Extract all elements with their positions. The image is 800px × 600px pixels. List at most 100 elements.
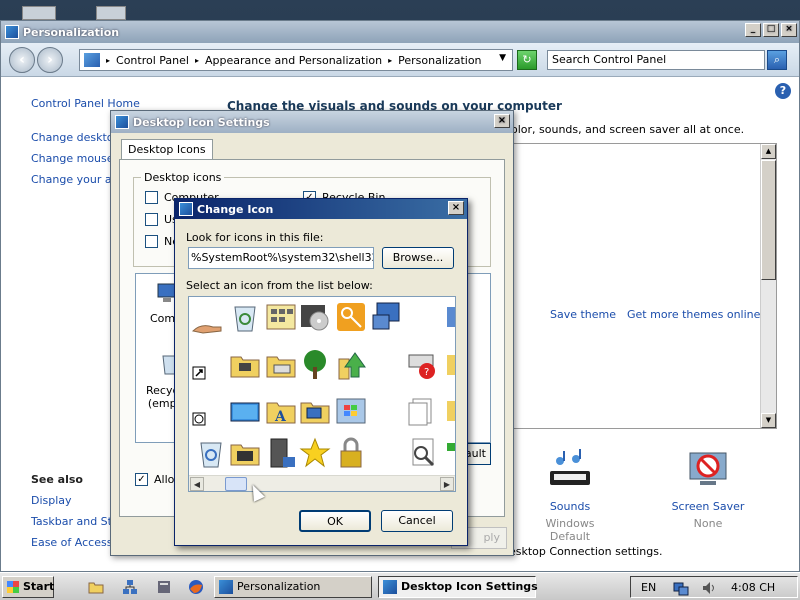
display-settings-icon (179, 202, 193, 216)
font-folder-icon[interactable]: A (265, 395, 297, 427)
volume-icon[interactable] (701, 580, 717, 596)
themes-list[interactable]: ▲ ▼ (511, 143, 777, 429)
close-button[interactable]: × (781, 23, 797, 37)
network-folder-icon[interactable] (229, 349, 261, 381)
user-files-checkbox[interactable] (145, 213, 158, 226)
drive-help-icon[interactable]: ? (407, 349, 439, 381)
scroll-right-icon[interactable]: ▶ (440, 477, 454, 491)
screen-saver-value: None (693, 517, 723, 530)
dialog-title-bar[interactable]: Desktop Icon Settings × (111, 111, 513, 133)
scroll-left-icon[interactable]: ◀ (190, 477, 204, 491)
minimize-button[interactable]: _ (745, 23, 761, 37)
get-more-themes-link[interactable]: Get more themes online (627, 308, 760, 321)
chevron-down-icon[interactable]: ▼ (499, 53, 506, 63)
vertical-scrollbar[interactable]: ▲ ▼ (760, 144, 776, 428)
breadcrumb-appearance[interactable]: Appearance and Personalization (205, 54, 382, 67)
task-label: Personalization (237, 580, 321, 593)
cancel-button[interactable]: Cancel (381, 510, 453, 532)
see-also-display[interactable]: Display (31, 494, 72, 507)
partial-icon[interactable] (441, 437, 456, 469)
folder-icon[interactable] (88, 579, 104, 595)
scroll-down-icon[interactable]: ▼ (761, 413, 776, 428)
documents-icon[interactable] (407, 395, 439, 427)
address-bar[interactable]: ▸ Control Panel ▸ Appearance and Persona… (79, 49, 513, 71)
partial-icon[interactable] (441, 395, 456, 427)
recycle-bin-desktop-icon[interactable] (22, 6, 56, 20)
close-button[interactable]: × (494, 114, 510, 128)
breadcrumb-personalization[interactable]: Personalization (398, 54, 481, 67)
server-manager-icon[interactable] (156, 579, 172, 595)
partial-icon[interactable] (441, 301, 456, 333)
icon-grid[interactable]: ? A ◀ ▶ (188, 296, 456, 492)
network-tray-icon[interactable] (673, 580, 689, 596)
network-connections-folder-icon[interactable] (229, 437, 261, 469)
network-checkbox[interactable] (145, 235, 158, 248)
dialog-title: Desktop Icon Settings (133, 115, 270, 129)
search-icon[interactable]: ⌕ (767, 50, 787, 70)
key-icon[interactable] (335, 301, 367, 333)
svg-text:A: A (274, 409, 287, 425)
network-computer-icon[interactable] (371, 301, 403, 333)
taskbar-desktop-icon-settings[interactable]: Desktop Icon Settings (378, 576, 538, 598)
lock-icon[interactable] (335, 437, 367, 469)
computer-checkbox[interactable] (145, 191, 158, 204)
language-indicator[interactable]: EN (641, 581, 656, 594)
maximize-button[interactable]: □ (763, 23, 779, 37)
breadcrumb-control-panel[interactable]: Control Panel (116, 54, 189, 67)
horizontal-scrollbar[interactable]: ◀ ▶ (189, 475, 455, 491)
navigation-bar: ‹ › ▸ Control Panel ▸ Appearance and Per… (1, 43, 799, 77)
desktop-icon[interactable] (229, 395, 261, 427)
clock-overlay-icon[interactable] (191, 407, 223, 439)
search-document-icon[interactable] (407, 437, 439, 469)
user-files-checkbox-row[interactable]: Us (145, 213, 178, 226)
browse-button[interactable]: Browse... (382, 247, 454, 269)
printer-folder-icon[interactable] (265, 349, 297, 381)
group-label: Desktop icons (141, 171, 225, 184)
computer-folder-icon[interactable] (299, 395, 331, 427)
search-input[interactable]: Search Control Panel (547, 50, 765, 70)
left-nav-item[interactable]: Change desktop (31, 131, 121, 144)
save-theme-link[interactable]: Save theme (550, 308, 616, 321)
firefox-icon[interactable] (188, 579, 204, 595)
folder-up-icon[interactable] (335, 349, 367, 381)
server-icon[interactable] (265, 437, 297, 469)
star-icon[interactable] (299, 437, 331, 469)
screen-saver-tile[interactable]: Screen Saver None (663, 449, 753, 530)
display-settings-icon (383, 580, 397, 594)
partial-icon[interactable] (441, 349, 456, 381)
computer-desktop-icon[interactable] (96, 6, 126, 20)
control-panel-home-link[interactable]: Control Panel Home (31, 97, 140, 110)
ok-button[interactable]: OK (299, 510, 371, 532)
grid-window-icon[interactable] (265, 301, 297, 333)
forward-button[interactable]: › (37, 47, 63, 73)
clock[interactable]: 4:08 CH (731, 581, 775, 594)
network-icon[interactable] (122, 579, 138, 595)
shortcut-arrow-icon[interactable] (191, 361, 223, 393)
icon-file-path-input[interactable]: %SystemRoot%\system32\shell32.dll (188, 247, 374, 269)
shared-hand-icon[interactable] (191, 309, 223, 341)
page-subtext: olor, sounds, and screen saver all at on… (511, 123, 745, 136)
back-button[interactable]: ‹ (9, 47, 35, 73)
windows-flag-icon[interactable] (335, 395, 367, 427)
dialog-title-bar[interactable]: Change Icon × (175, 199, 467, 219)
sounds-tile[interactable]: Sounds Windows Default (525, 449, 615, 543)
recycle-bin-full-icon[interactable] (195, 437, 227, 469)
see-also-taskbar[interactable]: Taskbar and Sta (31, 515, 119, 528)
taskbar-personalization[interactable]: Personalization (214, 576, 372, 598)
cd-drive-icon[interactable] (299, 301, 331, 333)
window-title: Personalization (23, 25, 120, 39)
help-icon[interactable]: ? (775, 83, 791, 99)
refresh-button[interactable]: ↻ (517, 50, 537, 70)
recycle-bin-icon[interactable] (229, 301, 261, 333)
scroll-up-icon[interactable]: ▲ (761, 144, 776, 159)
allow-themes-checkbox[interactable]: ✓ (135, 473, 148, 486)
tree-icon[interactable] (299, 349, 331, 381)
sounds-icon (550, 449, 590, 485)
tab-desktop-icons[interactable]: Desktop Icons (121, 139, 213, 159)
close-button[interactable]: × (448, 201, 464, 215)
scroll-thumb[interactable] (225, 477, 247, 491)
scroll-thumb[interactable] (761, 160, 776, 280)
start-button[interactable]: Start (2, 576, 54, 598)
dialog-title: Change Icon (197, 202, 274, 216)
title-bar[interactable]: Personalization _ □ × (1, 21, 799, 43)
